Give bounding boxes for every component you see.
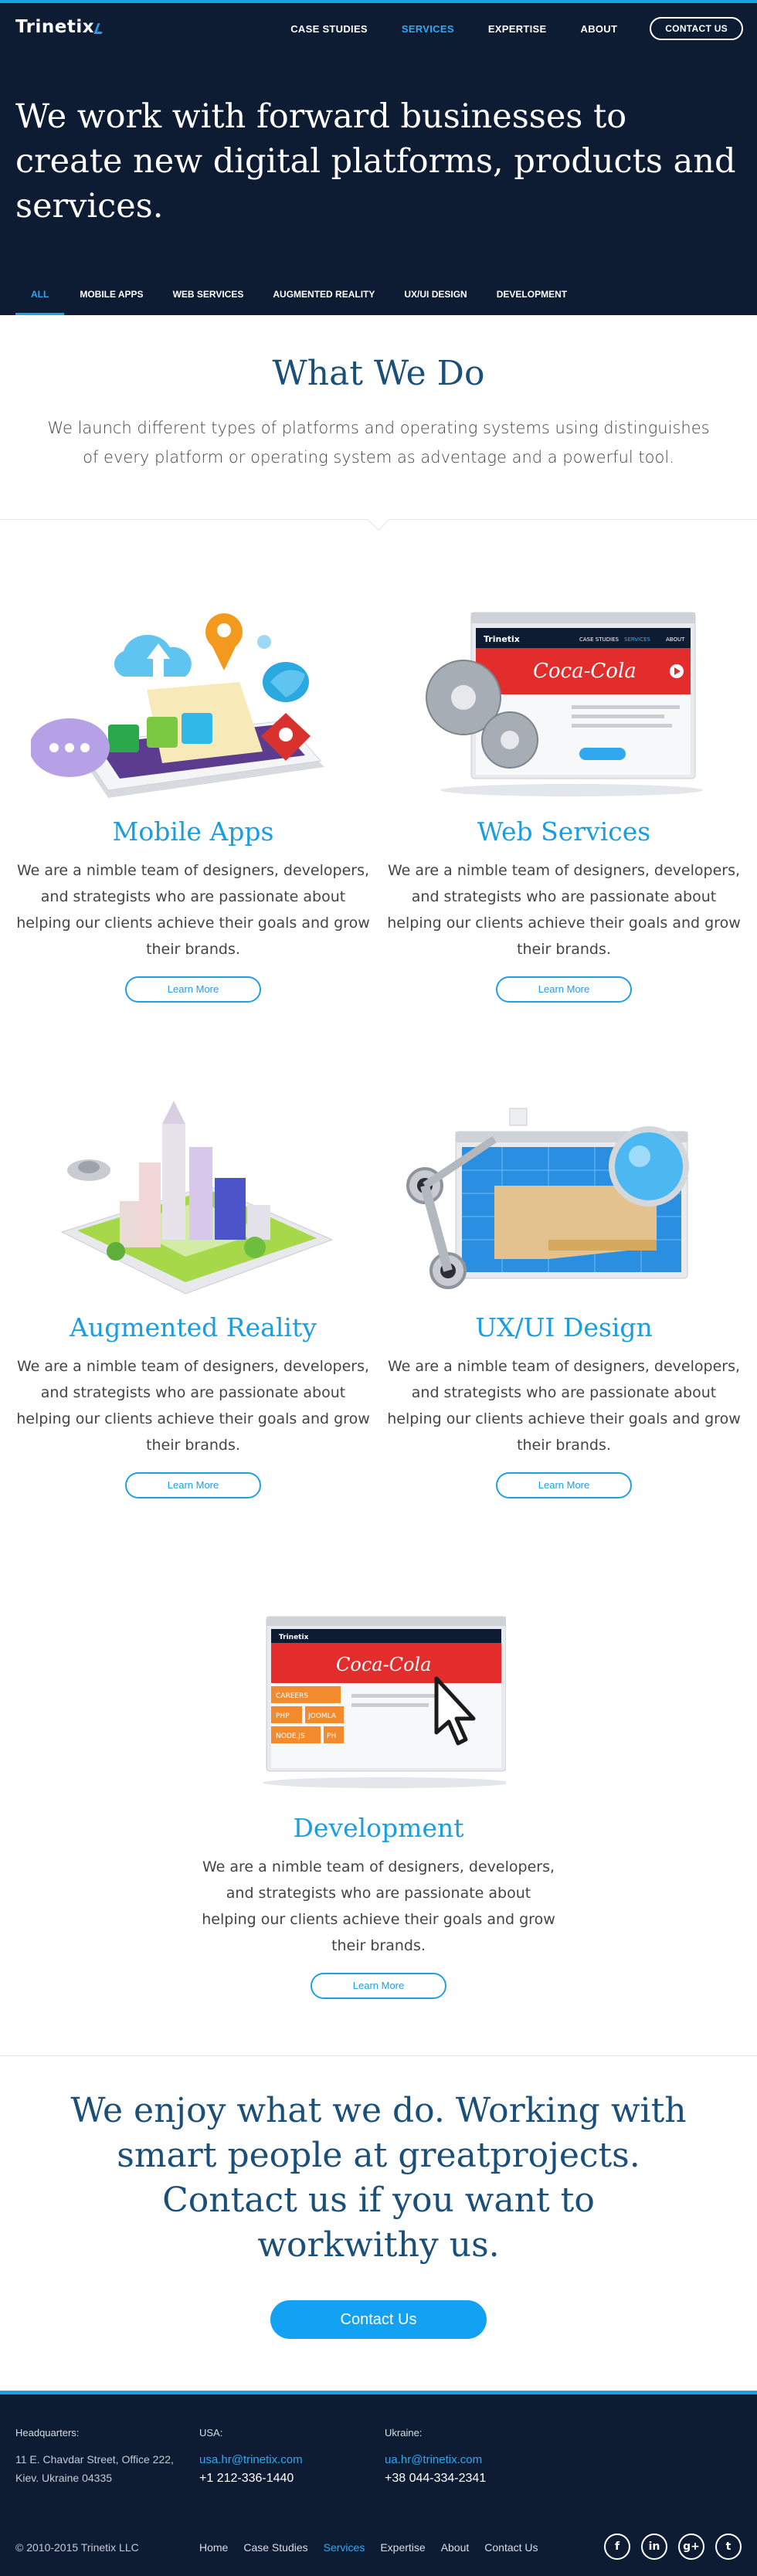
tab-development[interactable]: DEVELOPMENT xyxy=(483,289,581,315)
footer-nav-case-studies[interactable]: Case Studies xyxy=(243,2541,307,2554)
web-services-illustration: Trinetix CASE STUDIES SERVICES ABOUT Coc… xyxy=(378,597,749,806)
usa-email-link[interactable]: usa.hr@trinetix.com xyxy=(199,2453,303,2466)
hq-address-line-2: Kiev. Ukraine 04335 xyxy=(15,2472,113,2484)
nav-case-studies[interactable]: CASE STUDIES xyxy=(290,23,368,35)
service-augmented-reality: Augmented Reality We are a nimble team o… xyxy=(8,1093,378,1498)
main-nav: CASE STUDIES SERVICES EXPERTISE ABOUT CO… xyxy=(256,17,743,40)
service-text: We are a nimble team of designers, devel… xyxy=(202,1858,555,1954)
learn-more-button[interactable]: Learn More xyxy=(496,1472,632,1498)
linkedin-icon[interactable]: in xyxy=(641,2534,667,2560)
illus-coca-cola-2: Coca-Cola xyxy=(336,1654,431,1675)
footer-nav-about[interactable]: About xyxy=(441,2541,470,2554)
learn-more-button[interactable]: Learn More xyxy=(496,976,632,1003)
copyright: © 2010-2015 Trinetix LLC xyxy=(15,2541,139,2554)
mobile-apps-illustration xyxy=(8,597,378,806)
illus-key-3: JOOMLA xyxy=(307,1712,337,1720)
tab-web-services[interactable]: WEB SERVICES xyxy=(159,289,258,315)
ukraine-phone: +38 044-334-2341 xyxy=(385,2472,487,2485)
usa-label: USA: xyxy=(199,2427,223,2439)
service-title: Web Services xyxy=(477,816,651,847)
services-section: Mobile Apps We are a nimble team of desi… xyxy=(0,520,757,2055)
footer: Headquarters: 11 E. Chavdar Street, Offi… xyxy=(0,2391,757,2576)
nav-expertise[interactable]: EXPERTISE xyxy=(488,23,547,35)
service-title: Augmented Reality xyxy=(70,1312,317,1342)
ukraine-email-link[interactable]: ua.hr@trinetix.com xyxy=(385,2453,482,2466)
illus-brand-2: Trinetix xyxy=(279,1634,309,1641)
tab-mobile-apps[interactable]: MOBILE APPS xyxy=(66,289,157,315)
top-bar: Trinetix CASE STUDIES SERVICES EXPERTISE… xyxy=(0,3,757,53)
footer-nav: Home Case Studies Services Expertise Abo… xyxy=(199,2541,554,2554)
development-illustration: Trinetix Coca-Cola CAREERS PHP JOOMLA NO… xyxy=(193,1593,564,1802)
contact-us-button[interactable]: CONTACT US xyxy=(650,17,743,40)
tab-ux-ui-design[interactable]: UX/UI DESIGN xyxy=(390,289,480,315)
footer-headquarters: Headquarters: 11 E. Chavdar Street, Offi… xyxy=(15,2424,174,2487)
service-text: We are a nimble team of designers, devel… xyxy=(387,1358,741,1454)
logo-mark-icon xyxy=(93,23,106,34)
learn-more-button[interactable]: Learn More xyxy=(311,1973,446,1999)
learn-more-button[interactable]: Learn More xyxy=(125,976,261,1003)
illus-coca-cola: Coca-Cola xyxy=(533,660,636,683)
augmented-reality-illustration xyxy=(8,1093,378,1302)
service-web-services: Trinetix CASE STUDIES SERVICES ABOUT Coc… xyxy=(378,597,749,1003)
illus-menu-2: SERVICES xyxy=(624,636,651,643)
nav-services[interactable]: SERVICES xyxy=(402,23,454,35)
hero-header: Trinetix CASE STUDIES SERVICES EXPERTISE… xyxy=(0,0,757,315)
google-plus-icon[interactable]: g+ xyxy=(678,2534,704,2560)
social-links: f in g+ t xyxy=(593,2534,742,2560)
what-we-do-section: What We Do We launch different types of … xyxy=(0,315,757,531)
contact-cta-section: We enjoy what we do. Working with smart … xyxy=(0,2055,757,2391)
illus-brand: Trinetix xyxy=(484,634,520,644)
ukraine-label: Ukraine: xyxy=(385,2427,423,2439)
service-text: We are a nimble team of designers, devel… xyxy=(16,862,370,958)
tab-all[interactable]: ALL xyxy=(15,289,65,315)
footer-nav-home[interactable]: Home xyxy=(199,2541,228,2554)
contact-us-cta-button[interactable]: Contact Us xyxy=(270,2300,487,2339)
filter-tabs: ALL MOBILE APPS WEB SERVICES AUGMENTED R… xyxy=(15,289,582,315)
footer-nav-expertise[interactable]: Expertise xyxy=(380,2541,425,2554)
twitter-icon[interactable]: t xyxy=(715,2534,742,2560)
illus-key-1: CAREERS xyxy=(276,1692,308,1700)
service-ux-ui-design: UX/UI Design We are a nimble team of des… xyxy=(378,1093,749,1498)
logo-text: Trinetix xyxy=(15,17,95,37)
what-we-do-text: We launch different types of platforms a… xyxy=(47,419,710,467)
illus-menu-3: ABOUT xyxy=(666,636,685,643)
service-development: Trinetix Coca-Cola CAREERS PHP JOOMLA NO… xyxy=(193,1593,564,1999)
logo[interactable]: Trinetix xyxy=(15,17,106,37)
illus-key-2: PHP xyxy=(276,1712,290,1720)
hq-label: Headquarters: xyxy=(15,2427,80,2439)
footer-usa: USA: usa.hr@trinetix.com +1 212-336-1440 xyxy=(199,2424,303,2488)
service-title: UX/UI Design xyxy=(475,1312,653,1342)
hq-address-line-1: 11 E. Chavdar Street, Office 222, xyxy=(15,2453,174,2466)
nav-about[interactable]: ABOUT xyxy=(581,23,618,35)
cta-title: We enjoy what we do. Working with smart … xyxy=(70,2091,687,2265)
hero-title: We work with forward businesses to creat… xyxy=(15,97,736,226)
learn-more-button[interactable]: Learn More xyxy=(125,1472,261,1498)
illus-key-4: NODE.JS xyxy=(276,1733,305,1740)
service-mobile-apps: Mobile Apps We are a nimble team of desi… xyxy=(8,597,378,1003)
footer-nav-services[interactable]: Services xyxy=(324,2541,365,2554)
illus-menu-1: CASE STUDIES xyxy=(579,636,619,643)
service-text: We are a nimble team of designers, devel… xyxy=(16,1358,370,1454)
footer-ukraine: Ukraine: ua.hr@trinetix.com +38 044-334-… xyxy=(385,2424,486,2488)
service-title: Mobile Apps xyxy=(112,816,274,847)
illus-key-5: PH xyxy=(327,1733,336,1740)
facebook-icon[interactable]: f xyxy=(604,2534,630,2560)
tab-augmented-reality[interactable]: AUGMENTED REALITY xyxy=(259,289,389,315)
service-text: We are a nimble team of designers, devel… xyxy=(387,862,741,958)
usa-phone: +1 212-336-1440 xyxy=(199,2472,294,2485)
what-we-do-title: What We Do xyxy=(272,354,485,393)
footer-nav-contact-us[interactable]: Contact Us xyxy=(484,2541,538,2554)
ux-ui-design-illustration xyxy=(378,1093,749,1302)
